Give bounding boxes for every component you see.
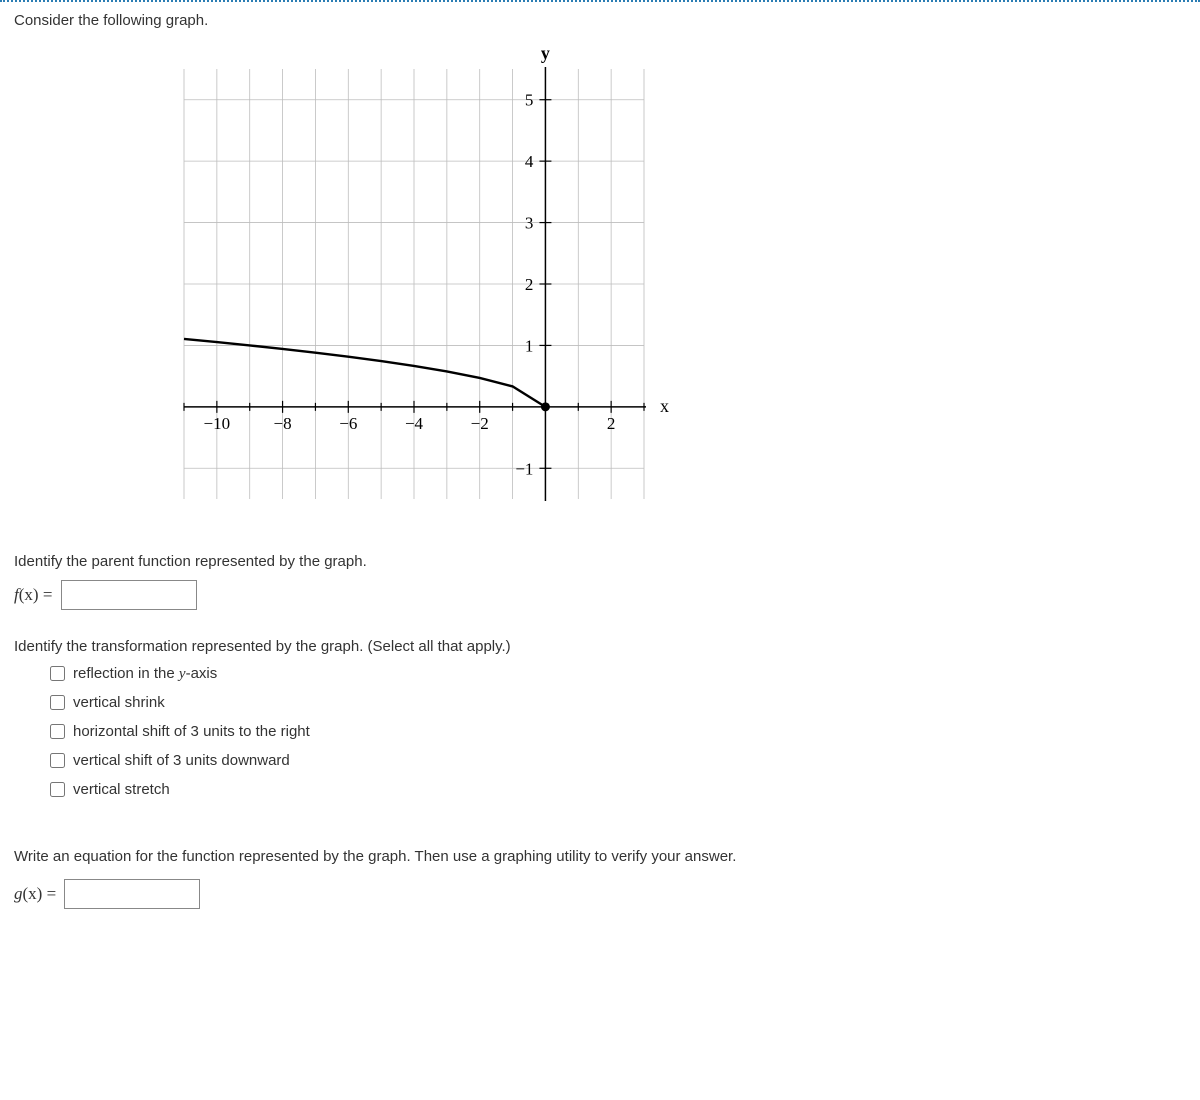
- svg-text:1: 1: [525, 336, 534, 355]
- svg-text:2: 2: [525, 275, 534, 294]
- q1-text: Identify the parent function represented…: [14, 553, 1186, 570]
- q1-label: f(x) =: [14, 585, 52, 605]
- gx-input[interactable]: [64, 879, 200, 909]
- question-1: Identify the parent function represented…: [14, 553, 1186, 610]
- option-row: vertical shrink: [46, 692, 1186, 713]
- question-3: Write an equation for the function repre…: [14, 848, 1186, 909]
- option-row: vertical shift of 3 units downward: [46, 750, 1186, 771]
- svg-text:−8: −8: [274, 414, 292, 433]
- option-label: vertical stretch: [73, 781, 170, 798]
- option-label: reflection in the y-axis: [73, 665, 217, 683]
- option-label: vertical shift of 3 units downward: [73, 752, 290, 769]
- svg-text:x: x: [660, 396, 669, 416]
- option-row: horizontal shift of 3 units to the right: [46, 721, 1186, 742]
- chart-svg: −10 −8 −6 −4 −2 2 −1 1 2 3 4 5 x y: [134, 39, 674, 519]
- svg-text:y: y: [541, 43, 550, 63]
- q2-text: Identify the transformation represented …: [14, 638, 1186, 655]
- options-list: reflection in the y-axis vertical shrink h…: [46, 663, 1186, 800]
- option-checkbox[interactable]: [50, 695, 65, 710]
- q3-text: Write an equation for the function repre…: [14, 848, 1186, 865]
- question-2: Identify the transformation represented …: [14, 638, 1186, 800]
- svg-text:−1: −1: [515, 459, 533, 478]
- fx-input[interactable]: [61, 580, 197, 610]
- option-checkbox[interactable]: [50, 782, 65, 797]
- graph: −10 −8 −6 −4 −2 2 −1 1 2 3 4 5 x y: [134, 39, 1186, 523]
- svg-text:5: 5: [525, 91, 534, 110]
- svg-text:−10: −10: [204, 414, 231, 433]
- svg-text:−4: −4: [405, 414, 424, 433]
- svg-text:4: 4: [525, 152, 534, 171]
- option-row: vertical stretch: [46, 779, 1186, 800]
- svg-text:3: 3: [525, 214, 534, 233]
- svg-text:−2: −2: [471, 414, 489, 433]
- option-checkbox[interactable]: [50, 666, 65, 681]
- option-checkbox[interactable]: [50, 724, 65, 739]
- option-checkbox[interactable]: [50, 753, 65, 768]
- q3-label: g(x) =: [14, 884, 56, 904]
- option-label: vertical shrink: [73, 694, 165, 711]
- option-row: reflection in the y-axis: [46, 663, 1186, 684]
- option-label: horizontal shift of 3 units to the right: [73, 723, 310, 740]
- svg-text:2: 2: [607, 414, 616, 433]
- prompt-text: Consider the following graph.: [14, 12, 1186, 29]
- svg-text:−6: −6: [339, 414, 357, 433]
